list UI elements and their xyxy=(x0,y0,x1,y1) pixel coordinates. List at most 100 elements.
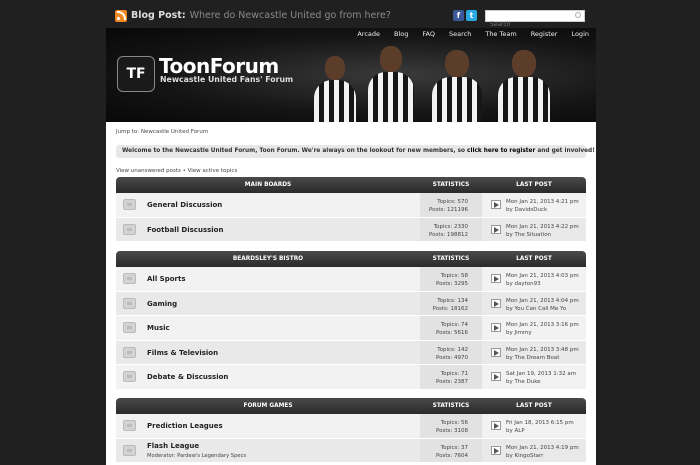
last-post-author[interactable]: by Jimmy xyxy=(506,329,579,337)
category-title[interactable]: MAIN BOARDS xyxy=(116,177,420,193)
logo-badge[interactable]: TF xyxy=(117,56,155,92)
forum-read-icon xyxy=(123,273,136,284)
forum-row: Football Discussion Topics: 2330 Posts: 1… xyxy=(116,217,586,242)
forum-stats: Topics: 74 Posts: 5616 xyxy=(420,316,482,340)
forum-title[interactable]: Gaming xyxy=(147,300,177,308)
forum-stats: Topics: 37 Posts: 7604 xyxy=(420,438,482,462)
last-post: Mon Jan 21, 2013 3:16 pm by Jimmy xyxy=(506,321,579,337)
last-post: Fri Jan 18, 2013 6:15 pm by ALP xyxy=(506,419,574,435)
view-latest-post-icon[interactable] xyxy=(491,200,501,209)
blog-post-link[interactable]: Blog Post: Where do Newcastle United go f… xyxy=(131,10,391,21)
last-post: Mon Jan 21, 2013 4:03 pm by dayton93 xyxy=(506,272,579,288)
forum-read-icon xyxy=(123,322,136,333)
topics-count: Topics: 570 xyxy=(437,199,468,205)
statistics-header: STATISTICS xyxy=(432,403,470,409)
category-title[interactable]: BEARDSLEY'S BISTRO xyxy=(116,251,420,267)
forum-row: All Sports Topics: 58 Posts: 3295 Mon Jan… xyxy=(116,267,586,292)
posts-count: Posts: 2387 xyxy=(436,379,468,385)
last-post-author[interactable]: by The Dream Boat xyxy=(506,354,579,362)
forum-read-icon xyxy=(123,223,136,235)
topics-count: Topics: 74 xyxy=(440,322,468,328)
nav-faq[interactable]: FAQ xyxy=(415,28,442,41)
topics-count: Topics: 134 xyxy=(437,297,468,304)
view-latest-post-icon[interactable] xyxy=(491,274,501,283)
blog-post-label: Blog Post: xyxy=(131,10,186,21)
view-latest-post-icon[interactable] xyxy=(491,421,501,430)
main-nav: Arcade Blog FAQ Search The Team Register… xyxy=(350,28,596,41)
last-post-author[interactable]: by You Can Call Me Yo xyxy=(506,305,579,313)
last-post: Mon Jan 21, 2013 4:21 pm by DavidsDuck xyxy=(506,198,579,214)
forum-title[interactable]: Flash League xyxy=(147,442,199,450)
view-latest-post-icon[interactable] xyxy=(491,347,501,357)
forum-title[interactable]: Prediction Leagues xyxy=(147,422,223,430)
forum-stats: Topics: 2330 Posts: 198812 xyxy=(420,217,482,241)
forum-title[interactable]: Football Discussion xyxy=(147,226,223,234)
forum-stats: Topics: 58 Posts: 3295 xyxy=(420,267,482,291)
facebook-icon[interactable]: f xyxy=(453,10,464,21)
forum-row: Debate & Discussion Topics: 71 Posts: 238… xyxy=(116,365,586,390)
search-icon[interactable] xyxy=(575,12,581,18)
forum-read-icon xyxy=(123,371,136,382)
search-box xyxy=(485,10,585,30)
forum-stats: Topics: 56 Posts: 3108 xyxy=(420,414,482,438)
forum-row: General Discussion Topics: 570 Posts: 121… xyxy=(116,193,586,218)
view-latest-post-icon[interactable] xyxy=(491,445,501,455)
nav-search[interactable]: Search xyxy=(442,28,478,41)
register-link[interactable]: click here to register xyxy=(467,148,535,154)
nav-login[interactable]: Login xyxy=(564,28,596,41)
twitter-icon[interactable]: t xyxy=(466,10,477,21)
posts-count: Posts: 3295 xyxy=(436,281,468,287)
blog-post-title[interactable]: Where do Newcastle United go from here? xyxy=(190,10,391,21)
nav-arcade[interactable]: Arcade xyxy=(350,28,387,41)
last-post-author[interactable]: by DavidsDuck xyxy=(506,206,579,214)
last-post-author[interactable]: by ALP xyxy=(506,427,574,435)
forum-row: Gaming Topics: 134 Posts: 18162 Mon Jan 2… xyxy=(116,291,586,316)
forum-read-icon xyxy=(123,420,136,431)
last-post-author[interactable]: by The Situation xyxy=(506,231,579,239)
last-post-header: LAST POST xyxy=(516,256,552,262)
site-subtitle: Newcastle United Fans' Forum xyxy=(160,75,294,84)
view-latest-post-icon[interactable] xyxy=(491,372,501,381)
last-post-date: Mon Jan 21, 2013 4:03 pm xyxy=(506,273,579,279)
statistics-header: STATISTICS xyxy=(432,182,470,188)
nav-the-team[interactable]: The Team xyxy=(478,28,523,41)
forum-title[interactable]: Debate & Discussion xyxy=(147,373,228,381)
posts-count: Posts: 7604 xyxy=(436,452,468,459)
jump-link[interactable]: Jump to: Newcastle United Forum xyxy=(116,129,208,135)
category-beardsleys-bistro: BEARDSLEY'S BISTRO STATISTICS LAST POST … xyxy=(116,251,586,390)
topics-count: Topics: 142 xyxy=(437,346,468,353)
topics-count: Topics: 2330 xyxy=(433,223,468,230)
view-latest-post-icon[interactable] xyxy=(491,323,501,332)
last-post: Sat Jan 19, 2013 1:32 am by The Duke xyxy=(506,370,576,386)
category-forum-games: FORUM GAMES STATISTICS LAST POST Predict… xyxy=(116,398,586,463)
welcome-text: Welcome to the Newcastle United Forum, T… xyxy=(122,148,466,154)
posts-count: Posts: 198812 xyxy=(429,231,468,238)
category-header: FORUM GAMES STATISTICS LAST POST xyxy=(116,398,586,414)
last-post: Mon Jan 21, 2013 4:19 pm by KingoStarr xyxy=(506,444,579,460)
rss-icon[interactable] xyxy=(115,10,127,22)
forum-row: Films & Television Topics: 142 Posts: 497… xyxy=(116,340,586,365)
last-post-author[interactable]: by KingoStarr xyxy=(506,452,579,460)
forum-title[interactable]: Music xyxy=(147,324,170,332)
forum-title[interactable]: General Discussion xyxy=(147,201,222,209)
forum-moderator[interactable]: Moderator: Pardew's Legendary Specs xyxy=(147,453,246,459)
last-post-author[interactable]: by The Duke xyxy=(506,378,576,386)
category-title[interactable]: FORUM GAMES xyxy=(116,398,420,414)
forum-title[interactable]: All Sports xyxy=(147,275,185,283)
view-latest-post-icon[interactable] xyxy=(491,224,501,234)
last-post-date: Mon Jan 21, 2013 4:19 pm xyxy=(506,444,579,451)
forum-title[interactable]: Films & Television xyxy=(147,349,218,357)
last-post-date: Mon Jan 21, 2013 4:04 pm xyxy=(506,297,579,304)
nav-register[interactable]: Register xyxy=(524,28,565,41)
nav-blog[interactable]: Blog xyxy=(387,28,415,41)
player-image xyxy=(368,46,414,122)
posts-count: Posts: 121196 xyxy=(429,207,468,213)
forum-stats: Topics: 134 Posts: 18162 xyxy=(420,291,482,315)
player-image xyxy=(314,56,356,122)
last-post: Mon Jan 21, 2013 4:04 pm by You Can Call … xyxy=(506,297,579,313)
quick-links[interactable]: View unanswered posts • View active topi… xyxy=(116,168,237,174)
category-main-boards: MAIN BOARDS STATISTICS LAST POST General… xyxy=(116,177,586,242)
forum-row: Music Topics: 74 Posts: 5616 Mon Jan 21, … xyxy=(116,316,586,341)
last-post-author[interactable]: by dayton93 xyxy=(506,280,579,288)
view-latest-post-icon[interactable] xyxy=(491,298,501,308)
